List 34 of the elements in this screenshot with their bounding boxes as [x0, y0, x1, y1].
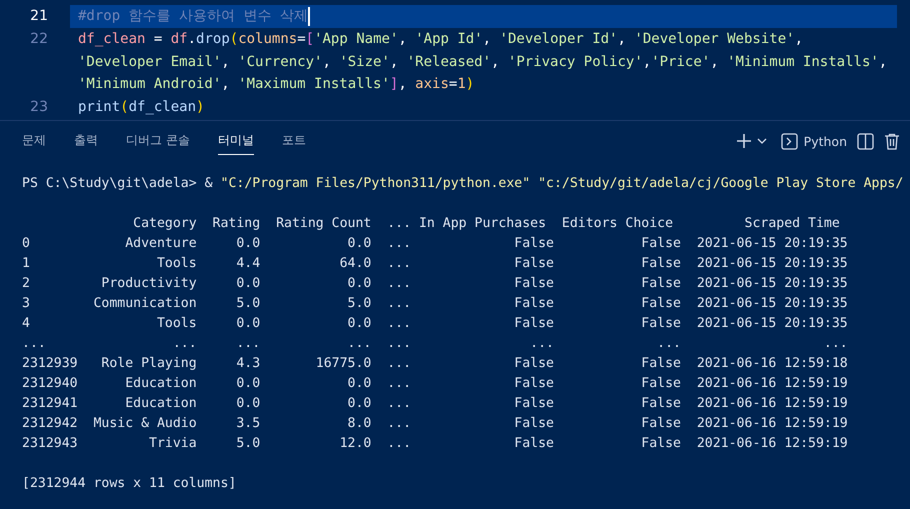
- panel-tab[interactable]: 포트: [282, 127, 306, 155]
- terminal-line: Category Rating Rating Count ... In App Purchases Editors Choice Scraped Time: [132, 216, 840, 231]
- line-number: 23: [30, 99, 48, 116]
- terminal-line: 3 Communication 5.0 5.0 ... False False 2021-06-15 20:19:35: [22, 296, 848, 311]
- code-text: print(df_clean): [78, 99, 204, 116]
- terminal-line: PS C:\Study\git\adela> & "C:/Program Files/Python311/python.exe" "c:/Study/git/adela/cj/Google Play Store Apps/: [22, 176, 904, 191]
- panel-tab[interactable]: 터미널: [218, 127, 254, 155]
- terminal-line: 2312939 Role Playing 4.3 16775.0 ... False False 2021-06-16 12:59:18: [22, 356, 848, 371]
- trash-icon[interactable]: [884, 132, 900, 150]
- code-text: df_clean = df.drop(columns=['App Name', 'App Id', 'Developer Id', 'Developer Website',: [78, 31, 803, 48]
- panel-tab[interactable]: 디버그 콘솔: [126, 127, 190, 155]
- terminal-line: 0 Adventure 0.0 0.0 ... False False 2021-06-15 20:19:35: [22, 236, 848, 251]
- terminal-line: ... ... ... ... ... ... ... ...: [22, 336, 848, 351]
- terminal-profile-button[interactable]: Python: [780, 132, 847, 150]
- code-text: 'Developer Email', 'Currency', 'Size', 'Released', 'Privacy Policy','Price', 'Minimum Installs',: [78, 54, 888, 70]
- chevron-down-icon[interactable]: [756, 136, 767, 146]
- terminal-icon: [780, 132, 798, 150]
- plus-icon[interactable]: [734, 132, 753, 150]
- terminal-line: [2312944 rows x 11 columns]: [22, 476, 236, 491]
- terminal-line: 4 Tools 0.0 0.0 ... False False 2021-06-15 20:19:35: [22, 316, 848, 331]
- line-number: 22: [30, 31, 48, 48]
- terminal-line: 1 Tools 4.4 64.0 ... False False 2021-06-15 20:19:35: [22, 256, 848, 271]
- terminal-line: 2312942 Music & Audio 3.5 8.0 ... False False 2021-06-16 12:59:19: [22, 416, 848, 431]
- terminal-line: 2 Productivity 0.0 0.0 ... False False 2021-06-15 20:19:35: [22, 276, 848, 291]
- terminal-line: 2312941 Education 0.0 0.0 ... False False 2021-06-16 12:59:19: [22, 396, 848, 411]
- terminal-line: 2312940 Education 0.0 0.0 ... False False 2021-06-16 12:59:19: [22, 376, 848, 391]
- panel-tab[interactable]: 출력: [74, 127, 98, 155]
- text-cursor: [308, 6, 310, 26]
- line-number: 21: [30, 8, 48, 24]
- split-panel-icon[interactable]: [857, 132, 874, 150]
- panel-tab[interactable]: 문제: [22, 127, 46, 155]
- code-text: 'Minimum Android', 'Maximum Installs'], axis=1): [78, 76, 474, 92]
- code-text: #drop 함수를 사용하여 변수 삭제: [78, 7, 308, 26]
- terminal-line: 2312943 Trivia 5.0 12.0 ... False False 2021-06-16 12:59:19: [22, 436, 848, 451]
